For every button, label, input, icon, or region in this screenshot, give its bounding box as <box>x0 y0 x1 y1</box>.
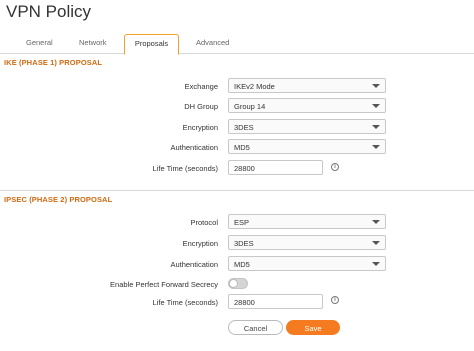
ike-lifetime-input[interactable]: 28800 <box>228 160 323 175</box>
chevron-down-icon <box>372 262 380 266</box>
protocol-value: ESP <box>234 218 250 227</box>
ipsec-encryption-value: 3DES <box>234 239 254 248</box>
dh-group-label: DH Group <box>184 102 218 111</box>
ipsec-encryption-label: Encryption <box>182 239 218 248</box>
ike-authentication-select[interactable]: MD5 <box>228 139 386 154</box>
ipsec-encryption-select[interactable]: 3DES <box>228 235 386 250</box>
tab-bar: General Network Proposals Advanced <box>0 34 474 55</box>
chevron-down-icon <box>372 84 380 88</box>
page-title: VPN Policy <box>6 2 92 21</box>
protocol-label: Protocol <box>190 218 218 227</box>
dh-group-value: Group 14 <box>234 102 266 111</box>
cancel-button[interactable]: Cancel <box>228 320 283 335</box>
exchange-value: IKEv2 Mode <box>234 82 275 91</box>
ipsec-lifetime-label: Life Time (seconds) <box>152 298 218 307</box>
tab-network[interactable]: Network <box>79 38 107 47</box>
tab-general[interactable]: General <box>26 38 53 47</box>
chevron-down-icon <box>372 241 380 245</box>
toggle-knob <box>229 279 238 288</box>
ipsec-authentication-value: MD5 <box>234 260 250 269</box>
ike-lifetime-label: Life Time (seconds) <box>152 164 218 173</box>
ipsec-authentication-label: Authentication <box>170 260 218 269</box>
ike-encryption-label: Encryption <box>182 123 218 132</box>
protocol-select[interactable]: ESP <box>228 214 386 229</box>
chevron-down-icon <box>372 125 380 129</box>
pfs-label: Enable Perfect Forward Secrecy <box>110 280 218 289</box>
ipsec-section-heading: IPSEC (PHASE 2) PROPOSAL <box>4 195 113 204</box>
dh-group-select[interactable]: Group 14 <box>228 98 386 113</box>
exchange-select[interactable]: IKEv2 Mode <box>228 78 386 93</box>
section-divider <box>0 190 474 191</box>
exchange-label: Exchange <box>184 82 218 91</box>
ipsec-lifetime-input[interactable]: 28800 <box>228 294 323 309</box>
ike-authentication-label: Authentication <box>170 143 218 152</box>
chevron-down-icon <box>372 220 380 224</box>
ike-authentication-value: MD5 <box>234 143 250 152</box>
chevron-down-icon <box>372 104 380 108</box>
info-icon[interactable]: i <box>331 163 339 171</box>
tab-advanced[interactable]: Advanced <box>196 38 229 47</box>
ike-encryption-select[interactable]: 3DES <box>228 119 386 134</box>
ike-section-heading: IKE (PHASE 1) PROPOSAL <box>4 58 103 67</box>
info-icon[interactable]: i <box>331 296 339 304</box>
ike-encryption-value: 3DES <box>234 123 254 132</box>
tab-proposals[interactable]: Proposals <box>124 34 179 55</box>
chevron-down-icon <box>372 145 380 149</box>
ipsec-authentication-select[interactable]: MD5 <box>228 256 386 271</box>
save-button[interactable]: Save <box>286 320 340 335</box>
pfs-toggle[interactable] <box>228 278 248 289</box>
